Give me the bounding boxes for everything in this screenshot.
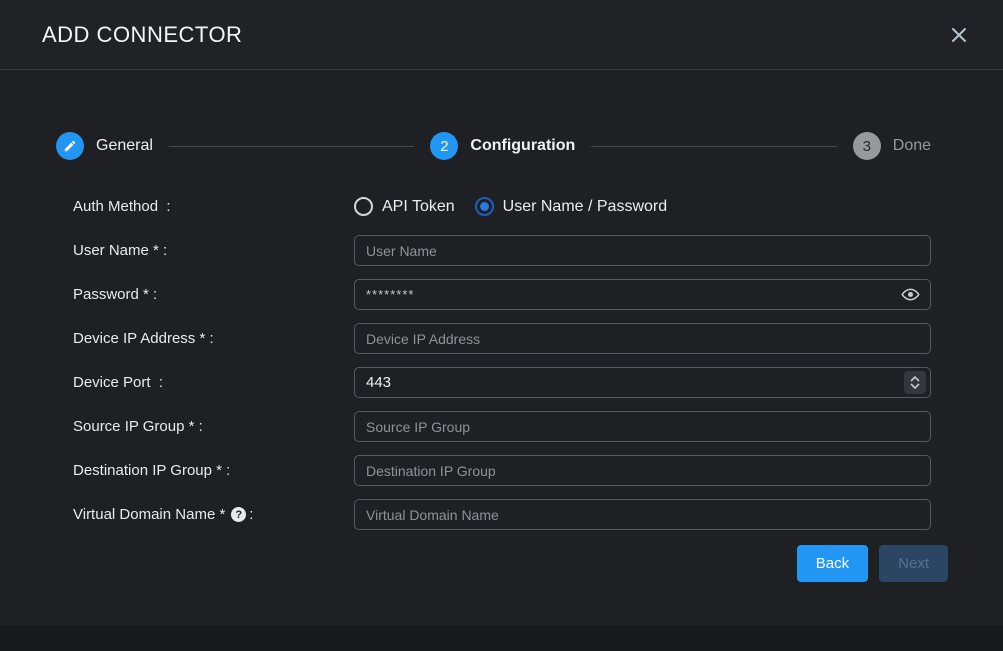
user-name-row: User Name * : xyxy=(56,235,931,266)
radio-username-password[interactable]: User Name / Password xyxy=(475,197,668,216)
connector-form: Auth Method : API Token User Name / Pass… xyxy=(56,191,931,582)
auth-method-row: Auth Method : API Token User Name / Pass… xyxy=(56,191,931,222)
step-done[interactable]: 3 Done xyxy=(853,132,931,160)
device-port-input[interactable] xyxy=(354,367,931,398)
chevron-down-icon xyxy=(910,383,920,389)
back-button[interactable]: Back xyxy=(797,545,868,582)
device-ip-label: Device IP Address * : xyxy=(73,330,354,347)
password-row: Password * : xyxy=(56,279,931,310)
password-label: Password * : xyxy=(73,286,354,303)
device-port-row: Device Port : xyxy=(56,367,931,398)
step-done-label: Done xyxy=(893,137,931,155)
user-name-label: User Name * : xyxy=(73,242,354,259)
eye-icon xyxy=(901,285,920,304)
step-done-circle: 3 xyxy=(853,132,881,160)
radio-selected-icon xyxy=(475,197,494,216)
close-button[interactable] xyxy=(945,21,973,49)
dialog-actions: Back Next xyxy=(56,545,948,582)
destination-ip-group-input[interactable] xyxy=(354,455,931,486)
stepper-connector xyxy=(591,146,836,147)
dialog-title: ADD CONNECTOR xyxy=(42,22,242,48)
user-name-input[interactable] xyxy=(354,235,931,266)
source-ip-group-row: Source IP Group * : xyxy=(56,411,931,442)
dialog-header: ADD CONNECTOR xyxy=(0,0,1003,70)
device-ip-row: Device IP Address * : xyxy=(56,323,931,354)
radio-unselected-icon xyxy=(354,197,373,216)
radio-username-password-label: User Name / Password xyxy=(503,198,668,216)
wizard-stepper: General 2 Configuration 3 Done xyxy=(56,132,931,160)
auth-method-label: Auth Method : xyxy=(73,198,354,215)
add-connector-dialog: ADD CONNECTOR General 2 Configuration xyxy=(0,0,1003,651)
source-ip-group-label: Source IP Group * : xyxy=(73,418,354,435)
device-port-label: Device Port : xyxy=(73,374,354,391)
step-general[interactable]: General xyxy=(56,132,153,160)
virtual-domain-row: Virtual Domain Name * ? : xyxy=(56,499,931,530)
next-button[interactable]: Next xyxy=(879,545,948,582)
radio-api-token-label: API Token xyxy=(382,198,455,216)
number-stepper[interactable] xyxy=(904,371,926,394)
virtual-domain-colon: : xyxy=(249,506,253,523)
radio-api-token[interactable]: API Token xyxy=(354,197,455,216)
close-icon xyxy=(949,25,969,45)
device-ip-input[interactable] xyxy=(354,323,931,354)
pencil-icon xyxy=(63,139,77,153)
source-ip-group-input[interactable] xyxy=(354,411,931,442)
stepper-connector xyxy=(169,146,414,147)
password-input[interactable] xyxy=(354,279,931,310)
show-password-toggle[interactable] xyxy=(901,285,920,304)
dialog-footer-strip xyxy=(0,625,1003,651)
step-configuration[interactable]: 2 Configuration xyxy=(430,132,575,160)
chevron-up-icon xyxy=(910,376,920,382)
auth-method-radio-group: API Token User Name / Password xyxy=(354,197,667,216)
step-general-label: General xyxy=(96,137,153,155)
help-icon[interactable]: ? xyxy=(231,507,246,522)
dialog-body: General 2 Configuration 3 Done Auth Meth… xyxy=(0,70,1003,625)
virtual-domain-input[interactable] xyxy=(354,499,931,530)
step-configuration-circle: 2 xyxy=(430,132,458,160)
destination-ip-group-row: Destination IP Group * : xyxy=(56,455,931,486)
virtual-domain-label: Virtual Domain Name * ? : xyxy=(73,506,354,523)
step-general-circle xyxy=(56,132,84,160)
destination-ip-group-label: Destination IP Group * : xyxy=(73,462,354,479)
step-configuration-label: Configuration xyxy=(470,137,575,155)
virtual-domain-label-text: Virtual Domain Name * xyxy=(73,506,225,523)
